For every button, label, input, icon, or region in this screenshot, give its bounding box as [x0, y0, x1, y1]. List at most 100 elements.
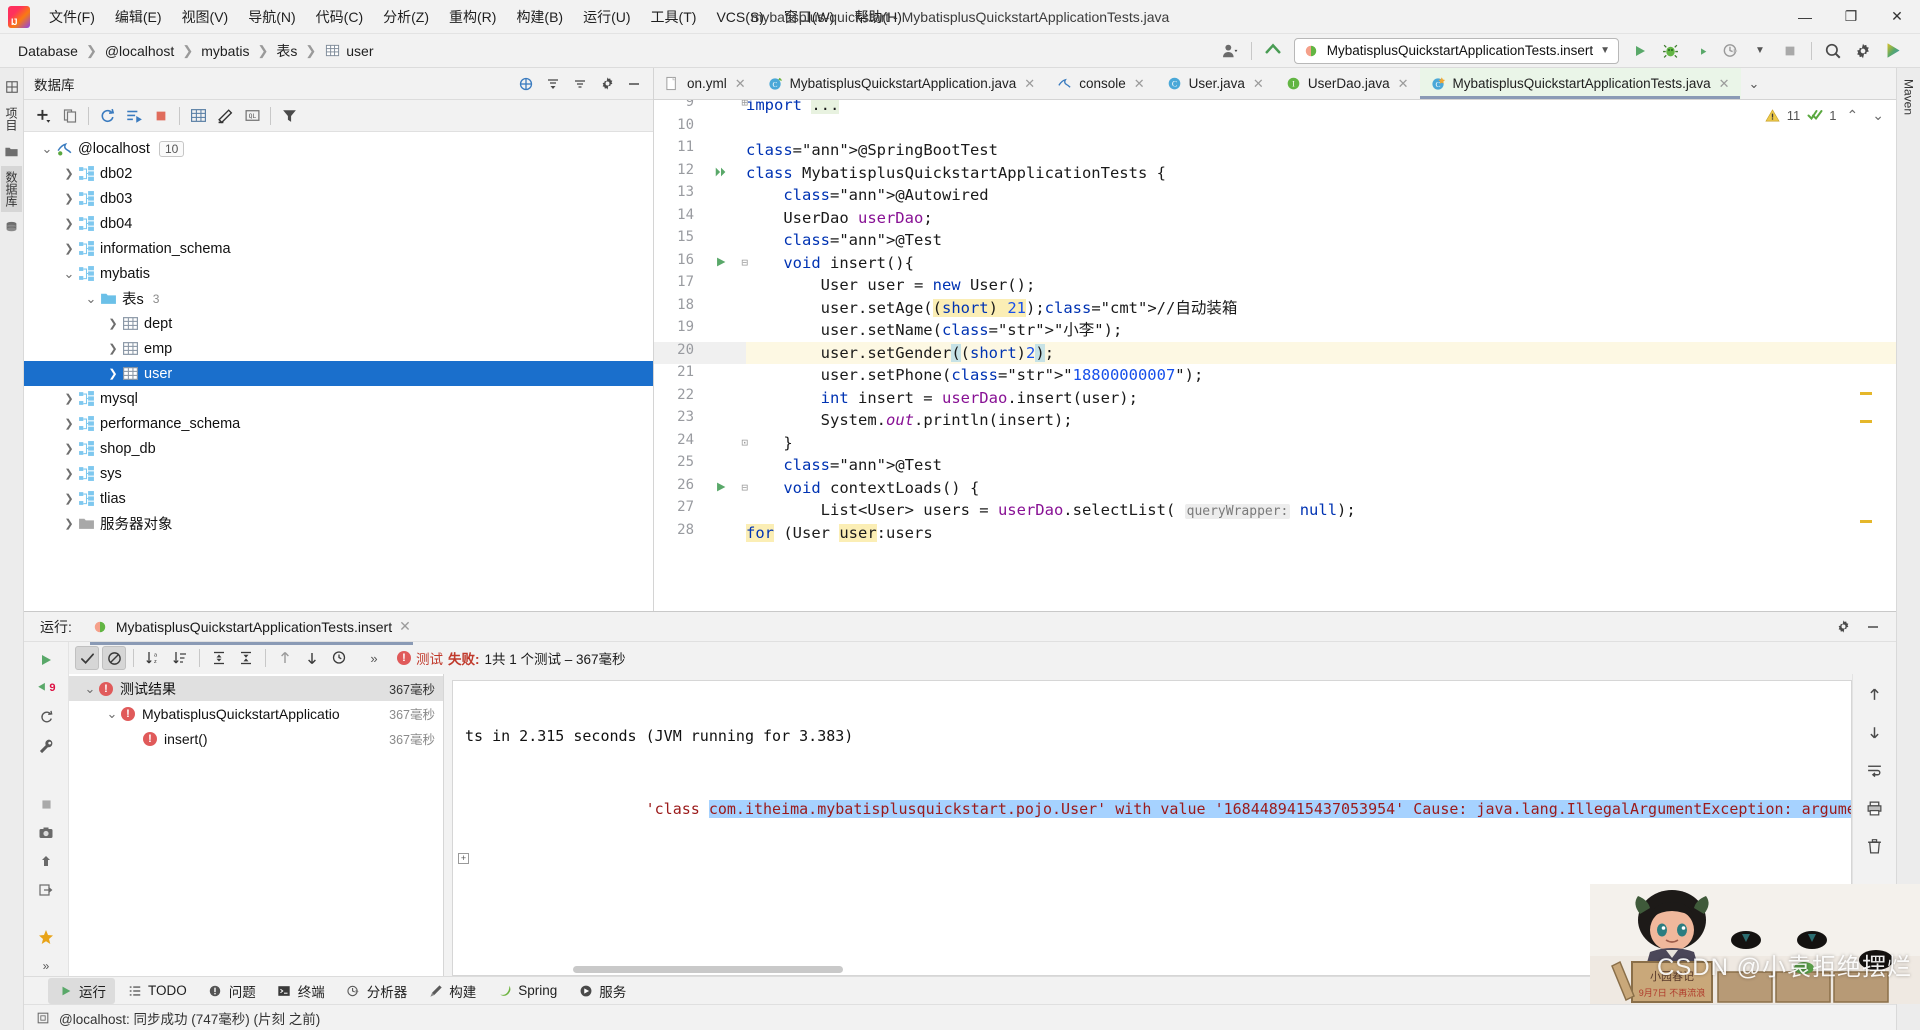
- revert-icon[interactable]: [1260, 39, 1286, 63]
- filter-icon[interactable]: [276, 104, 302, 128]
- run-test-gutter-icon[interactable]: [714, 255, 728, 272]
- pin-icon[interactable]: [34, 927, 58, 948]
- code-line[interactable]: void insert(){: [746, 252, 914, 275]
- scroll-to-end-icon[interactable]: [1863, 720, 1887, 744]
- chevron-right-icon[interactable]: ❯: [104, 317, 122, 330]
- run-tab[interactable]: MybatisplusQuickstartApplicationTests.in…: [86, 615, 417, 645]
- show-ignored-icon[interactable]: [102, 646, 126, 670]
- test-tree-row[interactable]: ⌄! MybatisplusQuickstartApplicatio 367毫秒: [69, 701, 443, 726]
- chevron-right-icon[interactable]: ❯: [60, 192, 78, 205]
- menu-help[interactable]: 帮助(H): [845, 3, 910, 31]
- code-line[interactable]: user.setPhone(class="str">"18800000007")…: [746, 364, 1204, 387]
- bottom-tab[interactable]: 服务: [568, 978, 635, 1004]
- chevron-right-icon[interactable]: ❯: [104, 367, 122, 380]
- right-strip-maven[interactable]: Maven: [1900, 74, 1918, 120]
- code-line[interactable]: }: [746, 432, 792, 455]
- code-line[interactable]: for (User user:users: [746, 522, 933, 545]
- code-line[interactable]: class="ann">@Autowired: [746, 184, 988, 207]
- code-line[interactable]: user.setAge((short) 21);class="cmt">//自动…: [746, 297, 1237, 320]
- test-console-output[interactable]: ts in 2.315 seconds (JVM running for 3.3…: [452, 680, 1852, 976]
- editor-tab[interactable]: C MybatisplusQuickstartApplicationTests.j…: [1419, 68, 1741, 99]
- add-icon[interactable]: [30, 104, 56, 128]
- chevron-right-icon[interactable]: ❯: [60, 167, 78, 180]
- close-icon[interactable]: ✕: [1396, 76, 1411, 92]
- chevron-down-icon[interactable]: ⌄: [82, 291, 100, 307]
- db-tree-row[interactable]: ⌄ mybatis: [24, 261, 653, 286]
- run-sql-icon[interactable]: [121, 104, 147, 128]
- db-tree-row[interactable]: ❯ db02: [24, 161, 653, 186]
- chevron-right-icon[interactable]: ❯: [60, 442, 78, 455]
- hide-panel-icon[interactable]: [1860, 615, 1886, 639]
- db-tree-row[interactable]: ❯ db04: [24, 211, 653, 236]
- db-tree-row[interactable]: ⌄ @localhost 10: [24, 136, 653, 161]
- maximize-button[interactable]: ❐: [1828, 0, 1874, 33]
- code-line[interactable]: import ...: [746, 100, 840, 117]
- test-tree-row[interactable]: ! insert() 367毫秒: [69, 726, 443, 751]
- settings-wrench-icon[interactable]: [34, 736, 58, 757]
- bottom-tab[interactable]: 运行: [48, 977, 115, 1004]
- breadcrumb-item-localhost[interactable]: @localhost: [99, 40, 180, 62]
- close-icon[interactable]: ✕: [399, 618, 411, 635]
- code-line[interactable]: class MybatisplusQuickstartApplicationTe…: [746, 162, 1166, 185]
- export-icon[interactable]: [34, 880, 58, 901]
- bottom-tab[interactable]: TODO: [117, 979, 196, 1002]
- more-icon[interactable]: »: [34, 955, 58, 976]
- more-icon[interactable]: »: [362, 646, 386, 670]
- sort-alphabetically-icon[interactable]: az: [141, 646, 165, 670]
- screenshot-icon[interactable]: [34, 823, 58, 844]
- run-configuration-selector[interactable]: MybatisplusQuickstartApplicationTests.in…: [1293, 37, 1619, 64]
- db-tree-row[interactable]: ❯ emp: [24, 336, 653, 361]
- sort-by-duration-icon[interactable]: [168, 646, 192, 670]
- settings-icon[interactable]: [1830, 615, 1856, 639]
- code-line[interactable]: UserDao userDao;: [746, 207, 932, 230]
- edit-icon[interactable]: [212, 104, 238, 128]
- db-tree-row[interactable]: ❯ shop_db: [24, 436, 653, 461]
- clear-all-icon[interactable]: [1863, 834, 1887, 858]
- chevron-right-icon[interactable]: ❯: [60, 517, 78, 530]
- breadcrumb-item-database[interactable]: Database: [12, 40, 84, 62]
- close-icon[interactable]: ✕: [1717, 76, 1732, 92]
- chevron-right-icon[interactable]: ❯: [60, 242, 78, 255]
- run-with-coverage-button[interactable]: [1687, 39, 1713, 63]
- breadcrumb-item-mybatis[interactable]: mybatis: [195, 40, 255, 62]
- left-strip-database[interactable]: 数据库: [1, 166, 22, 212]
- code-text-area[interactable]: import ... class="ann">@SpringBootTest cla…: [746, 100, 1896, 611]
- scroll-to-top-icon[interactable]: [1863, 682, 1887, 706]
- expand-all-icon[interactable]: [207, 646, 231, 670]
- collapse-all-icon[interactable]: [540, 72, 566, 96]
- db-tree-row[interactable]: ❯ tlias: [24, 486, 653, 511]
- run-icon[interactable]: [34, 650, 58, 671]
- breadcrumb-item-user[interactable]: user: [318, 39, 379, 62]
- chevron-right-icon[interactable]: ❯: [60, 217, 78, 230]
- chevron-down-icon[interactable]: ▼: [1747, 39, 1773, 63]
- close-icon[interactable]: ✕: [1132, 76, 1147, 92]
- db-tree-row[interactable]: ❯ dept: [24, 311, 653, 336]
- minimize-button[interactable]: —: [1782, 0, 1828, 33]
- fold-marker-icon[interactable]: +: [458, 853, 469, 864]
- db-tree-row[interactable]: ❯ sys: [24, 461, 653, 486]
- menu-file[interactable]: 文件(F): [40, 3, 104, 31]
- editor-tab[interactable]: C MybatisplusQuickstartApplication.java ✕: [757, 68, 1047, 99]
- code-line[interactable]: User user = new User();: [746, 274, 1036, 297]
- db-tree-row[interactable]: ❯ performance_schema: [24, 411, 653, 436]
- menu-refactor[interactable]: 重构(R): [440, 3, 505, 31]
- profiler-button[interactable]: [1717, 39, 1743, 63]
- breadcrumb-item-tables[interactable]: 表s: [270, 38, 303, 64]
- chevron-right-icon[interactable]: ❯: [104, 342, 122, 355]
- thread-dump-icon[interactable]: [34, 852, 58, 873]
- editor-tab[interactable]: on.yml ✕: [654, 68, 757, 99]
- menu-navigate[interactable]: 导航(N): [239, 3, 304, 31]
- ql-console-icon[interactable]: QL: [239, 104, 265, 128]
- next-failed-icon[interactable]: [300, 646, 324, 670]
- settings-icon[interactable]: [1850, 39, 1876, 63]
- close-icon[interactable]: ✕: [1251, 76, 1266, 92]
- run-test-gutter-icon[interactable]: [714, 480, 728, 497]
- chevron-down-icon[interactable]: ⌄: [1741, 68, 1768, 99]
- copy-icon[interactable]: [57, 104, 83, 128]
- chevron-down-icon[interactable]: ⌄: [38, 141, 56, 157]
- test-results-tree[interactable]: ⌄! 测试结果 367毫秒 ⌄! MybatisplusQuickstartApplic…: [69, 674, 444, 976]
- code-line[interactable]: class="ann">@Test: [746, 454, 942, 477]
- bottom-tab[interactable]: 构建: [418, 978, 485, 1004]
- code-line[interactable]: List<User> users = userDao.selectList( q…: [746, 499, 1356, 522]
- rerun-failed-icon[interactable]: 9: [34, 679, 58, 700]
